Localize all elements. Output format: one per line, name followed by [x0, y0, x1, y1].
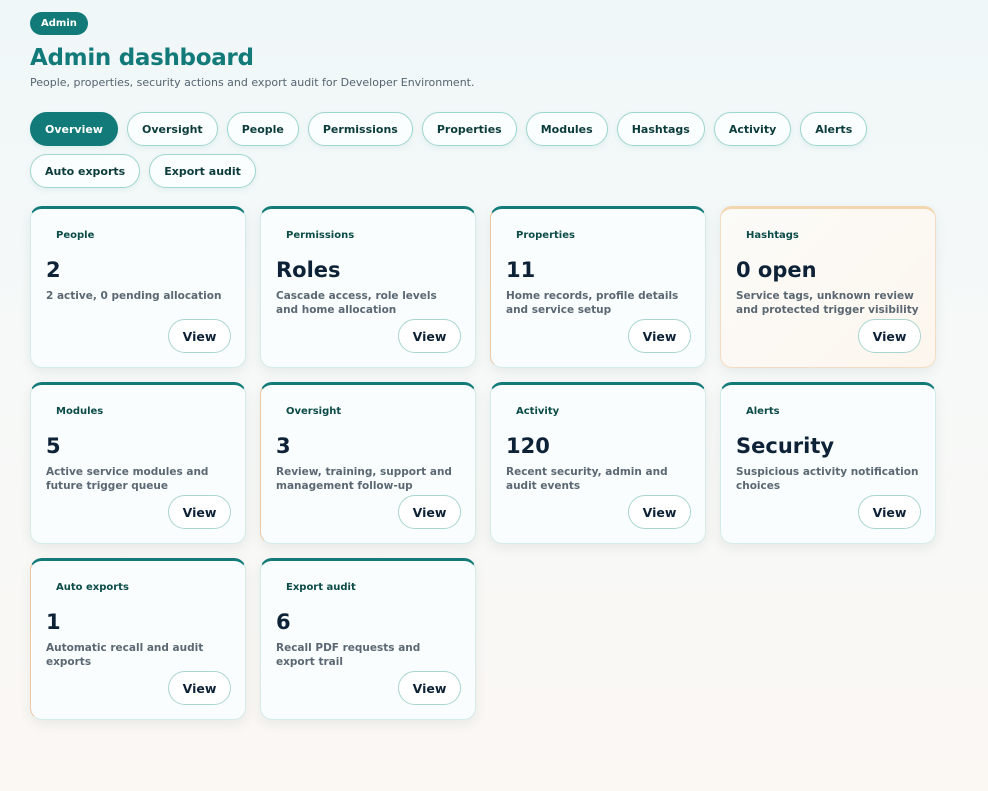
- card-value: 3: [276, 434, 291, 458]
- page-header: Admin Admin dashboard People, properties…: [30, 11, 960, 188]
- tab-modules[interactable]: Modules: [525, 112, 608, 146]
- card-value: 6: [276, 610, 291, 634]
- view-permissions-button[interactable]: View: [398, 319, 461, 353]
- tab-activity[interactable]: Activity: [713, 112, 792, 146]
- card-description: Cascade access, role levels and home all…: [276, 290, 437, 316]
- view-properties-button[interactable]: View: [628, 319, 691, 353]
- page-subtitle: People, properties, security actions and…: [30, 76, 475, 89]
- card-description: Service tags, unknown review and protect…: [736, 290, 919, 316]
- card-properties: Properties 11 Home records, profile deta…: [490, 206, 706, 368]
- card-people: People 2 2 active, 0 pending allocation …: [30, 206, 246, 368]
- card-label: Alerts: [746, 406, 780, 417]
- card-value: 11: [506, 258, 536, 282]
- card-permissions: Permissions Roles Cascade access, role l…: [260, 206, 476, 368]
- card-oversight: Oversight 3 Review, training, support an…: [260, 382, 476, 544]
- card-label: Auto exports: [56, 582, 129, 593]
- card-value: 1: [46, 610, 61, 634]
- role-badge: Admin: [30, 12, 88, 35]
- tab-permissions[interactable]: Permissions: [307, 112, 413, 146]
- view-modules-button[interactable]: View: [168, 495, 231, 529]
- overview-card-grid: People 2 2 active, 0 pending allocation …: [30, 206, 936, 720]
- card-alerts: Alerts Security Suspicious activity noti…: [720, 382, 936, 544]
- card-description: Recall PDF requests and export trail: [276, 642, 421, 668]
- tab-export-audit[interactable]: Export audit: [149, 154, 256, 188]
- card-description: Suspicious activity notification choices: [736, 466, 919, 492]
- card-value: Security: [736, 434, 835, 458]
- view-export-audit-button[interactable]: View: [398, 671, 461, 705]
- view-activity-button[interactable]: View: [628, 495, 691, 529]
- card-label: People: [56, 230, 95, 241]
- page-title: Admin dashboard: [30, 45, 254, 71]
- view-hashtags-button[interactable]: View: [858, 319, 921, 353]
- tab-hashtags[interactable]: Hashtags: [616, 112, 705, 146]
- card-export-audit: Export audit 6 Recall PDF requests and e…: [260, 558, 476, 720]
- view-alerts-button[interactable]: View: [858, 495, 921, 529]
- card-description: Automatic recall and audit exports: [46, 642, 204, 668]
- card-label: Properties: [516, 230, 575, 241]
- tab-oversight[interactable]: Oversight: [126, 112, 218, 146]
- card-value: 5: [46, 434, 61, 458]
- tab-people[interactable]: People: [226, 112, 299, 146]
- card-description: Active service modules and future trigge…: [46, 466, 209, 492]
- tab-auto-exports[interactable]: Auto exports: [30, 154, 141, 188]
- card-modules: Modules 5 Active service modules and fut…: [30, 382, 246, 544]
- card-description: Review, training, support and management…: [276, 466, 452, 492]
- card-description: 2 active, 0 pending allocation: [46, 290, 222, 302]
- tab-alerts[interactable]: Alerts: [800, 112, 868, 146]
- tab-overview[interactable]: Overview: [30, 112, 118, 146]
- card-hashtags: Hashtags 0 open Service tags, unknown re…: [720, 206, 936, 368]
- card-value: 2: [46, 258, 61, 282]
- view-people-button[interactable]: View: [168, 319, 231, 353]
- tab-properties[interactable]: Properties: [421, 112, 517, 146]
- card-value: 0 open: [736, 258, 817, 282]
- tab-bar: Overview Oversight People Permissions Pr…: [30, 112, 930, 188]
- card-value: Roles: [276, 258, 341, 282]
- card-auto-exports: Auto exports 1 Automatic recall and audi…: [30, 558, 246, 720]
- view-auto-exports-button[interactable]: View: [168, 671, 231, 705]
- card-description: Recent security, admin and audit events: [506, 466, 668, 492]
- card-label: Hashtags: [746, 230, 799, 241]
- card-activity: Activity 120 Recent security, admin and …: [490, 382, 706, 544]
- card-label: Activity: [516, 406, 560, 417]
- card-label: Permissions: [286, 230, 355, 241]
- view-oversight-button[interactable]: View: [398, 495, 461, 529]
- card-label: Oversight: [286, 406, 342, 417]
- card-label: Modules: [56, 406, 104, 417]
- card-label: Export audit: [286, 582, 356, 593]
- card-value: 120: [506, 434, 550, 458]
- card-description: Home records, profile details and servic…: [506, 290, 679, 316]
